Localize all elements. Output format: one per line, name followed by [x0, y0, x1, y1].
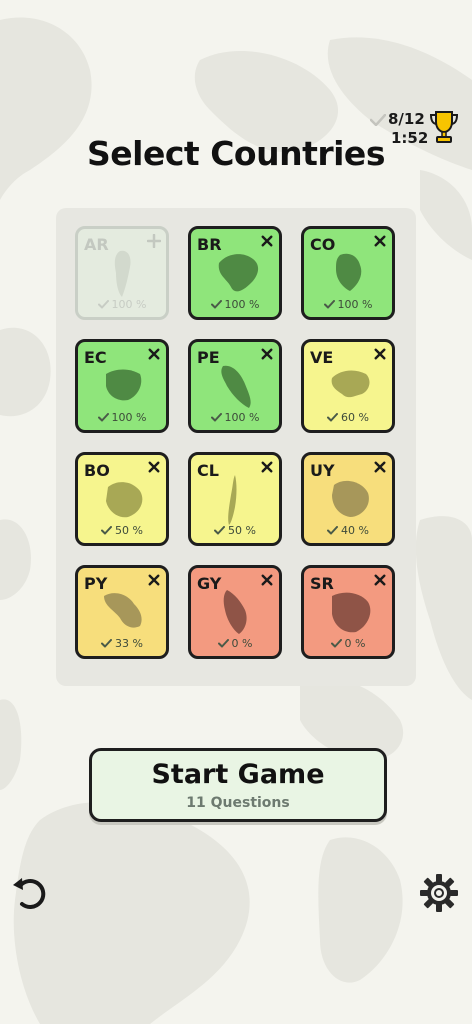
check-icon — [327, 413, 339, 422]
start-game-button[interactable]: Start Game 11 Questions — [89, 748, 387, 822]
country-tile-ve[interactable]: VE 60 % — [301, 339, 395, 433]
close-icon[interactable] — [148, 348, 160, 360]
country-silhouette-icon — [332, 592, 371, 633]
check-icon — [327, 526, 339, 535]
page-title: Select Countries — [87, 134, 385, 173]
country-silhouette-icon — [228, 475, 237, 525]
country-tile-py[interactable]: PY 33 % — [75, 565, 169, 659]
close-icon[interactable] — [261, 348, 273, 360]
accuracy-value: 100 % — [224, 298, 260, 311]
country-tile-cl[interactable]: CL 50 % — [188, 452, 282, 546]
country-silhouette-icon — [221, 365, 251, 408]
country-silhouette-icon — [336, 253, 362, 291]
close-icon[interactable] — [374, 235, 386, 247]
accuracy-value: 33 % — [115, 637, 143, 650]
country-silhouette-icon — [104, 593, 142, 628]
check-icon — [210, 413, 222, 422]
accuracy-value: 100 % — [111, 298, 147, 311]
check-icon — [217, 639, 229, 648]
close-icon[interactable] — [374, 574, 386, 586]
gear-icon[interactable] — [418, 872, 460, 914]
start-game-label: Start Game — [151, 759, 325, 790]
country-silhouette-icon — [218, 254, 259, 292]
accuracy-percent: 0 % — [304, 637, 392, 650]
accuracy-value: 0 % — [344, 637, 366, 650]
check-icon — [101, 526, 113, 535]
close-icon[interactable] — [261, 461, 273, 473]
accuracy-percent: 33 % — [78, 637, 166, 650]
accuracy-value: 50 % — [228, 524, 256, 537]
check-icon — [323, 300, 335, 309]
accuracy-percent: 100 % — [191, 411, 279, 424]
accuracy-value: 40 % — [341, 524, 369, 537]
country-tile-sr[interactable]: SR 0 % — [301, 565, 395, 659]
country-silhouette-icon — [331, 370, 370, 398]
accuracy-percent: 50 % — [78, 524, 166, 537]
plus-icon[interactable] — [147, 234, 161, 248]
accuracy-value: 0 % — [231, 637, 253, 650]
question-count: 11 Questions — [186, 795, 290, 811]
score-counter: 8/12 — [388, 110, 425, 128]
close-icon[interactable] — [148, 574, 160, 586]
country-tile-bo[interactable]: BO 50 % — [75, 452, 169, 546]
country-silhouette-icon — [106, 482, 143, 518]
accuracy-value: 50 % — [115, 524, 143, 537]
country-silhouette-icon — [106, 369, 142, 401]
close-icon[interactable] — [261, 235, 273, 247]
accuracy-percent: 100 % — [304, 298, 392, 311]
country-tile-uy[interactable]: UY 40 % — [301, 452, 395, 546]
country-silhouette-icon — [332, 480, 369, 517]
country-tile-gy[interactable]: GY 0 % — [188, 565, 282, 659]
undo-icon[interactable] — [10, 872, 52, 914]
close-icon[interactable] — [374, 348, 386, 360]
country-silhouette-icon — [114, 250, 131, 297]
check-icon — [214, 526, 226, 535]
accuracy-percent: 100 % — [78, 411, 166, 424]
check-icon — [97, 300, 109, 309]
check-icon — [210, 300, 222, 309]
check-icon — [101, 639, 113, 648]
accuracy-percent: 50 % — [191, 524, 279, 537]
check-icon — [97, 413, 109, 422]
accuracy-value: 100 % — [111, 411, 147, 424]
close-icon[interactable] — [261, 574, 273, 586]
country-tile-co[interactable]: CO 100 % — [301, 226, 395, 320]
accuracy-percent: 60 % — [304, 411, 392, 424]
accuracy-percent: 0 % — [191, 637, 279, 650]
country-tile-br[interactable]: BR 100 % — [188, 226, 282, 320]
country-silhouette-icon — [223, 590, 247, 634]
check-icon — [330, 639, 342, 648]
country-tile-ec[interactable]: EC 100 % — [75, 339, 169, 433]
country-tile-pe[interactable]: PE 100 % — [188, 339, 282, 433]
accuracy-value: 100 % — [224, 411, 260, 424]
country-tile-ar[interactable]: AR 100 % — [75, 226, 169, 320]
accuracy-value: 100 % — [337, 298, 373, 311]
accuracy-percent: 100 % — [78, 298, 166, 311]
accuracy-percent: 100 % — [191, 298, 279, 311]
close-icon[interactable] — [374, 461, 386, 473]
accuracy-percent: 40 % — [304, 524, 392, 537]
close-icon[interactable] — [148, 461, 160, 473]
country-grid: AR 100 % BR 100 % CO 100 % EC 100 % PE 100 % VE 60 … — [56, 208, 416, 686]
check-icon — [370, 114, 386, 126]
accuracy-value: 60 % — [341, 411, 369, 424]
screen: 8/12 1:52 Select Countries AR 100 % BR 100 … — [0, 0, 472, 1024]
